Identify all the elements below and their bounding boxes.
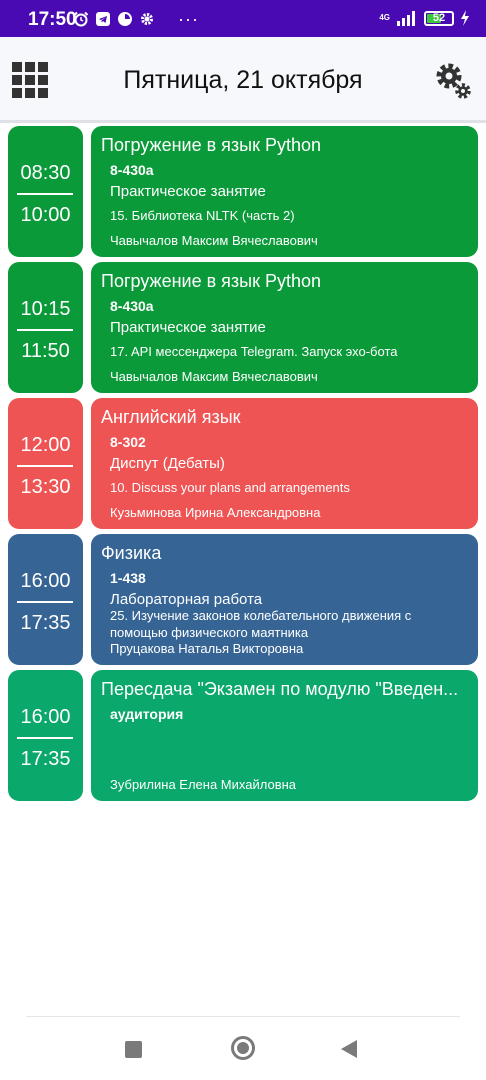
lesson-info-card[interactable]: Погружение в язык Python 8-430а Практическ… xyxy=(91,262,478,393)
lesson-time-card[interactable]: 16:00 17:35 xyxy=(8,534,83,665)
lesson-info-card[interactable]: Пересдача "Экзамен по модулю "Введен... а… xyxy=(91,670,478,801)
battery-indicator: 52 xyxy=(424,10,454,26)
lesson-room: 8-430а xyxy=(110,298,154,314)
lesson-end-time: 17:35 xyxy=(20,612,71,634)
page-title: Пятница, 21 октября xyxy=(123,66,363,94)
lesson-row[interactable]: 08:30 10:00 Погружение в язык Python 8-430а… xyxy=(8,126,480,259)
lesson-subject: Погружение в язык Python xyxy=(101,135,321,155)
recents-button[interactable] xyxy=(125,1041,142,1058)
lesson-subject: Погружение в язык Python xyxy=(101,271,321,291)
lesson-end-time: 10:00 xyxy=(20,204,71,226)
lesson-row[interactable]: 12:00 13:30 Английский язык 8-302 Диспут (Де… xyxy=(8,398,480,531)
gears-icon xyxy=(436,63,471,99)
lesson-row[interactable]: 16:00 17:35 Пересдача "Экзамен по модулю "… xyxy=(8,670,480,803)
app-notification-icon xyxy=(118,12,132,26)
system-navigation-bar xyxy=(0,1016,486,1080)
lesson-time-card[interactable]: 10:15 11:50 xyxy=(8,262,83,393)
lesson-topic: 15. Библиотека NLTK (часть 2) xyxy=(110,208,295,223)
charging-icon xyxy=(461,10,469,26)
navbar-divider xyxy=(26,1016,460,1017)
time-divider xyxy=(17,193,73,195)
schedule-list: 08:30 10:00 Погружение в язык Python 8-430а… xyxy=(8,126,480,806)
lesson-info-card[interactable]: Погружение в язык Python 8-430а Практическ… xyxy=(91,126,478,257)
lesson-room: 1-438 xyxy=(110,570,146,586)
settings-gears-button[interactable] xyxy=(434,61,472,101)
lesson-info-card[interactable]: Английский язык 8-302 Диспут (Дебаты) 10. D… xyxy=(91,398,478,529)
home-button[interactable] xyxy=(231,1036,255,1060)
status-time: 17:50 xyxy=(28,9,77,30)
lesson-teacher: Кузьминова Ирина Александровна xyxy=(110,505,321,520)
alarm-icon xyxy=(73,11,89,27)
lesson-subject: Английский язык xyxy=(101,407,241,427)
signal-icon xyxy=(397,11,415,26)
lesson-subject: Физика xyxy=(101,543,162,563)
app-header: Пятница, 21 октября xyxy=(0,37,486,123)
lesson-teacher: Чавычалов Максим Вячеславович xyxy=(110,233,318,248)
lesson-start-time: 08:30 xyxy=(20,162,71,184)
time-divider xyxy=(17,737,73,739)
time-divider xyxy=(17,329,73,331)
lesson-teacher: Зубрилина Елена Михайловна xyxy=(110,777,297,792)
lesson-topic: 10. Discuss your plans and arrangements xyxy=(110,480,350,495)
status-notification-icons xyxy=(73,11,155,27)
lesson-start-time: 10:15 xyxy=(20,298,71,320)
battery-level: 52 xyxy=(432,11,446,24)
lesson-time-card[interactable]: 08:30 10:00 xyxy=(8,126,83,257)
lesson-start-time: 12:00 xyxy=(20,434,71,456)
lesson-time-card[interactable]: 12:00 13:30 xyxy=(8,398,83,529)
status-bar: 17:50 ··· 4G 52 xyxy=(0,0,486,37)
lesson-teacher: Пруцакова Наталья Викторовна xyxy=(110,641,304,656)
lesson-kind: Диспут (Дебаты) xyxy=(110,455,225,472)
status-system-icons: 4G 52 xyxy=(379,10,470,26)
more-notifications-icon: ··· xyxy=(178,9,199,29)
lesson-row[interactable]: 10:15 11:50 Погружение в язык Python 8-430а… xyxy=(8,262,480,395)
settings-notification-icon xyxy=(141,13,153,25)
lesson-room: 8-302 xyxy=(110,434,146,450)
lesson-kind: Лабораторная работа xyxy=(110,591,263,608)
lesson-end-time: 11:50 xyxy=(21,340,70,362)
lesson-kind: Практическое занятие xyxy=(110,183,266,200)
lesson-subject: Пересдача "Экзамен по модулю "Введен... xyxy=(101,679,459,699)
lesson-room: 8-430а xyxy=(110,162,154,178)
lesson-start-time: 16:00 xyxy=(20,706,71,728)
time-divider xyxy=(17,465,73,467)
lesson-end-time: 13:30 xyxy=(20,476,71,498)
lesson-topic: 25. Изучение законов колебательного движ… xyxy=(110,608,412,640)
lesson-info-card[interactable]: Физика 1-438 Лабораторная работа 25. Изучен… xyxy=(91,534,478,665)
back-button[interactable] xyxy=(341,1040,357,1058)
lesson-time-card[interactable]: 16:00 17:35 xyxy=(8,670,83,801)
lesson-topic: 17. API мессенджера Telegram. Запуск эхо… xyxy=(110,344,398,359)
lesson-room: аудитория xyxy=(110,706,184,722)
lesson-start-time: 16:00 xyxy=(20,570,71,592)
lesson-teacher: Чавычалов Максим Вячеславович xyxy=(110,369,318,384)
network-type: 4G xyxy=(379,13,390,22)
time-divider xyxy=(17,601,73,603)
lesson-end-time: 17:35 xyxy=(20,748,71,770)
lesson-kind: Практическое занятие xyxy=(110,319,266,336)
lesson-row[interactable]: 16:00 17:35 Физика 1-438 Лабораторная работа… xyxy=(8,534,480,667)
telegram-icon xyxy=(96,12,110,26)
